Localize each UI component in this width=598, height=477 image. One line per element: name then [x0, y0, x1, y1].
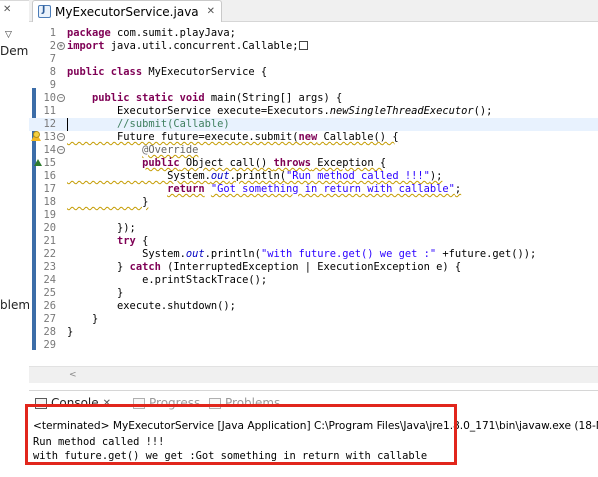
code-line[interactable]: 17 return "Got something in return with …	[29, 183, 598, 196]
code-text: return "Got something in return with cal…	[167, 183, 462, 195]
line-number: 18	[43, 196, 56, 208]
line-number: 26	[43, 300, 56, 312]
editor-tab-title: MyExecutorService.java	[55, 4, 199, 19]
highlight-annotation-box	[25, 404, 457, 465]
editor-tab-myexecutorservice[interactable]: MyExecutorService.java ✕	[32, 0, 222, 22]
code-text: e.printStackTrace();	[67, 274, 268, 286]
line-number: 9	[49, 79, 56, 91]
code-text: execute.shutdown();	[67, 300, 236, 312]
code-text: try {	[117, 235, 149, 247]
code-text: public class MyExecutorService {	[67, 66, 268, 78]
code-text: }	[67, 326, 74, 338]
java-file-icon	[38, 5, 51, 18]
line-number: 28	[43, 326, 56, 338]
code-text: }	[67, 313, 99, 325]
code-line[interactable]: 1 package com.sumit.playJava;	[29, 27, 598, 40]
line-number: 23	[43, 261, 56, 273]
code-text: package com.sumit.playJava;	[67, 27, 236, 39]
code-line[interactable]: 2 + import java.util.concurrent.Callable;	[29, 40, 598, 53]
code-line[interactable]: 12 //submit(Callable)	[29, 118, 598, 131]
line-number: 25	[43, 287, 56, 299]
code-line[interactable]: 24 e.printStackTrace();	[29, 274, 598, 287]
code-line[interactable]: 11 ExecutorService execute=Executors.new…	[29, 105, 598, 118]
line-number: 24	[43, 274, 56, 286]
code-line[interactable]: 18 }	[29, 196, 598, 209]
code-line[interactable]: 16 System.out.println("Run method called…	[29, 170, 598, 183]
code-text: System.out.println("Run method called !!…	[67, 170, 443, 182]
code-text: Future future=execute.submit(new Callabl…	[67, 131, 399, 143]
code-text: }	[67, 287, 124, 299]
code-line[interactable]: 26 execute.shutdown();	[29, 300, 598, 313]
code-text: import java.util.concurrent.Callable;	[67, 40, 309, 53]
line-number: 27	[43, 313, 56, 325]
editor-horizontal-scrollbar[interactable]: <	[29, 366, 598, 383]
tree-item-fragment[interactable]: blem	[0, 298, 29, 312]
line-number: 29	[43, 339, 56, 351]
line-number: 2	[49, 40, 56, 52]
line-number: 11	[43, 105, 56, 117]
line-number: 10	[43, 92, 56, 104]
line-number: 8	[49, 66, 56, 78]
line-number: 7	[49, 53, 56, 65]
code-line[interactable]: 7	[29, 53, 598, 66]
code-text: public static void main(String[] args) {	[92, 92, 343, 104]
package-explorer-panel: ✕ ▽ Demc blem	[0, 0, 29, 388]
code-line[interactable]: 9	[29, 79, 598, 92]
line-number: 17	[43, 183, 56, 195]
line-number: 22	[43, 248, 56, 260]
code-line[interactable]: 27 }	[29, 313, 598, 326]
code-line[interactable]: 29	[29, 339, 598, 352]
code-line[interactable]: 15 public Object call() throws Exception…	[29, 157, 598, 170]
override-marker-icon[interactable]	[34, 159, 42, 166]
code-text: public Object call() throws Exception {	[142, 157, 387, 169]
panel-divider	[0, 0, 29, 1]
line-number: 1	[49, 27, 56, 39]
line-number: 12	[43, 118, 56, 130]
code-text: } catch (InterruptedException | Executio…	[67, 261, 462, 273]
text-cursor	[67, 118, 68, 131]
collapse-fold-icon[interactable]: −	[57, 94, 65, 102]
code-text: }	[67, 196, 149, 208]
code-line[interactable]: 28}	[29, 326, 598, 339]
view-menu-chevron-down-icon[interactable]: ▽	[5, 30, 12, 40]
scroll-left-icon[interactable]: <	[69, 370, 77, 380]
collapse-fold-icon[interactable]: −	[57, 146, 65, 154]
code-line[interactable]: 25 }	[29, 287, 598, 300]
code-line[interactable]: 13− Future future=execute.submit(new Cal…	[29, 131, 598, 144]
warning-lightbulb-icon[interactable]	[31, 131, 41, 142]
code-text: //submit(Callable)	[117, 118, 230, 130]
code-line[interactable]: 8 public class MyExecutorService {	[29, 66, 598, 79]
code-line[interactable]: 23 } catch (InterruptedException | Execu…	[29, 261, 598, 274]
folded-imports-box-icon[interactable]	[299, 41, 309, 50]
collapse-fold-icon[interactable]: −	[57, 133, 65, 141]
editor-tab-bar: MyExecutorService.java ✕	[29, 0, 598, 22]
tree-item-fragment[interactable]: Demc	[0, 44, 29, 58]
line-number: 16	[43, 170, 56, 182]
code-editor[interactable]: 1 package com.sumit.playJava; 2 + import jav…	[29, 22, 598, 366]
code-text: System.out.println("with future.get() we…	[67, 248, 537, 260]
line-number: 21	[43, 235, 56, 247]
expand-fold-icon[interactable]: +	[57, 42, 65, 50]
close-icon[interactable]: ✕	[3, 4, 11, 15]
line-number: 13	[43, 131, 56, 143]
code-line[interactable]: 21 try {	[29, 235, 598, 248]
code-line[interactable]: 10− public static void main(String[] arg…	[29, 92, 598, 105]
code-line[interactable]: 19	[29, 209, 598, 222]
code-line[interactable]: 20 });	[29, 222, 598, 235]
line-number: 20	[43, 222, 56, 234]
line-number: 19	[43, 209, 56, 221]
close-icon[interactable]: ✕	[207, 6, 215, 17]
code-line[interactable]: 22 System.out.println("with future.get()…	[29, 248, 598, 261]
code-text: @Override	[142, 144, 199, 156]
code-text: ExecutorService execute=Executors.newSin…	[67, 105, 493, 117]
line-number: 14	[43, 144, 56, 156]
code-text: });	[67, 222, 136, 234]
code-line[interactable]: 14− @Override	[29, 144, 598, 157]
